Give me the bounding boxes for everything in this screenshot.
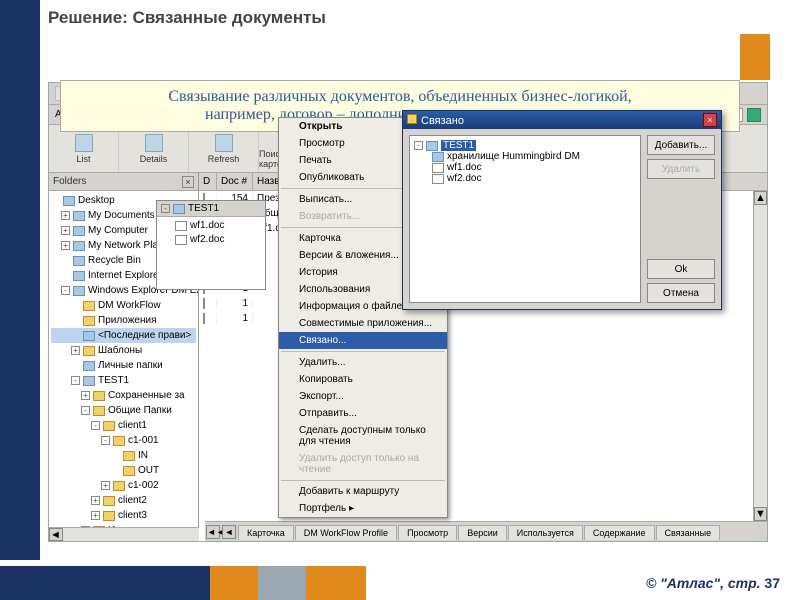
folder-icon bbox=[103, 421, 115, 431]
menu-item[interactable]: Добавить к маршруту bbox=[279, 483, 447, 500]
folder-icon bbox=[93, 406, 105, 416]
menu-item[interactable]: Удалить... bbox=[279, 354, 447, 371]
folder-icon bbox=[113, 481, 125, 491]
tree-item[interactable]: +client2 bbox=[51, 493, 196, 508]
tree-item[interactable]: -Общие Папки bbox=[51, 403, 196, 418]
tab-карточка[interactable]: Карточка bbox=[238, 525, 294, 540]
folder-icon bbox=[123, 451, 135, 461]
tab-dm-workflow-profile[interactable]: DM WorkFlow Profile bbox=[295, 525, 397, 540]
folder-icon bbox=[123, 466, 135, 476]
tab-используется[interactable]: Используется bbox=[508, 525, 583, 540]
folder-icon bbox=[83, 316, 95, 326]
folder-icon bbox=[73, 211, 85, 221]
menu-item[interactable]: Портфель ▸ bbox=[279, 500, 447, 517]
folder-icon bbox=[73, 241, 85, 251]
tree-item[interactable]: <Последние прави> bbox=[51, 328, 196, 343]
folder-icon bbox=[83, 301, 95, 311]
dialog-close-icon[interactable]: × bbox=[703, 113, 717, 127]
accent-orange bbox=[740, 34, 770, 80]
folder-icon bbox=[73, 271, 85, 281]
dialog-tree-item[interactable]: wf2.doc bbox=[414, 173, 636, 184]
slide-footer: © "Атлас", стр. 37 bbox=[0, 566, 800, 600]
column-header[interactable]: D bbox=[199, 173, 217, 190]
list-item[interactable]: wf2.doc bbox=[161, 233, 261, 247]
tab-связанные[interactable]: Связанные bbox=[656, 525, 721, 540]
ok-button[interactable]: Ok bbox=[647, 259, 715, 279]
tab-просмотр[interactable]: Просмотр bbox=[398, 525, 457, 540]
tree-item[interactable]: +Шаблоны bbox=[51, 343, 196, 358]
folder-icon bbox=[93, 391, 105, 401]
tree-item[interactable]: -c1-001 bbox=[51, 433, 196, 448]
folder-icon bbox=[83, 331, 95, 341]
tree-item[interactable]: +c1-002 bbox=[51, 478, 196, 493]
tree-item[interactable]: Приложения bbox=[51, 313, 196, 328]
floating-tree-panel[interactable]: -TEST1 wf1.docwf2.doc bbox=[156, 200, 266, 290]
menu-item: Удалить доступ только на чтение bbox=[279, 450, 447, 478]
go-button[interactable] bbox=[747, 108, 761, 122]
scrollbar-v[interactable]: ▲▼ bbox=[753, 191, 767, 521]
list-item[interactable]: wf1.doc bbox=[161, 219, 261, 233]
tree-item[interactable]: +Сохраненные за bbox=[51, 388, 196, 403]
folder-icon bbox=[103, 511, 115, 521]
menu-item[interactable]: Экспорт... bbox=[279, 388, 447, 405]
remove-button[interactable]: Удалить bbox=[647, 159, 715, 179]
bottom-tabs[interactable]: ◄◄◄КарточкаDM WorkFlow ProfileПросмотрВе… bbox=[205, 521, 767, 541]
folder-icon bbox=[73, 226, 85, 236]
menu-item[interactable]: Связано... bbox=[279, 332, 447, 349]
toolbar-list[interactable]: List bbox=[49, 125, 119, 172]
tab-версии[interactable]: Версии bbox=[458, 525, 507, 540]
folder-icon bbox=[113, 436, 125, 446]
left-accent-bar bbox=[0, 0, 40, 560]
linked-dialog[interactable]: Связано × -TEST1хранилище Hummingbird DM… bbox=[402, 110, 722, 310]
tab-nav[interactable]: ◄◄ bbox=[206, 525, 220, 539]
dialog-tree-item[interactable]: wf1.doc bbox=[414, 162, 636, 173]
menu-item[interactable]: Копировать bbox=[279, 371, 447, 388]
folders-title: Folders bbox=[53, 176, 86, 187]
tree-item[interactable]: +client3 bbox=[51, 508, 196, 523]
column-header[interactable]: Doc # bbox=[217, 173, 253, 190]
slide-title: Решение: Связанные документы bbox=[48, 8, 326, 28]
tree-item[interactable]: -TEST1 bbox=[51, 373, 196, 388]
close-icon[interactable]: × bbox=[182, 176, 194, 188]
tree-item[interactable]: DM WorkFlow bbox=[51, 298, 196, 313]
tree-item[interactable]: -client1 bbox=[51, 418, 196, 433]
cancel-button[interactable]: Отмена bbox=[647, 283, 715, 303]
dialog-tree[interactable]: -TEST1хранилище Hummingbird DMwf1.docwf2… bbox=[409, 135, 641, 303]
tree-item[interactable]: OUT bbox=[51, 463, 196, 478]
tab-nav[interactable]: ◄ bbox=[222, 525, 236, 539]
folder-icon bbox=[83, 346, 95, 356]
folder-icon bbox=[63, 196, 75, 206]
dialog-title: Связано bbox=[421, 115, 464, 127]
menu-item[interactable]: Совместимые приложения... bbox=[279, 315, 447, 332]
menu-item[interactable]: Сделать доступным только для чтения bbox=[279, 422, 447, 450]
add-button[interactable]: Добавить... bbox=[647, 135, 715, 155]
toolbar-refresh[interactable]: Refresh bbox=[189, 125, 259, 172]
toolbar-details[interactable]: Details bbox=[119, 125, 189, 172]
toolbar-icon bbox=[145, 134, 163, 152]
tree-item[interactable]: IN bbox=[51, 448, 196, 463]
tree-item[interactable]: Личные папки bbox=[51, 358, 196, 373]
toolbar-icon bbox=[215, 134, 233, 152]
tab-содержание[interactable]: Содержание bbox=[584, 525, 655, 540]
folder-icon bbox=[83, 376, 95, 386]
folder-icon bbox=[83, 361, 95, 371]
folder-icon bbox=[73, 286, 85, 296]
dialog-tree-item[interactable]: хранилище Hummingbird DM bbox=[414, 151, 636, 162]
folder-icon bbox=[73, 256, 85, 266]
toolbar-icon bbox=[75, 134, 93, 152]
folder-icon bbox=[103, 496, 115, 506]
menu-item[interactable]: Отправить... bbox=[279, 405, 447, 422]
